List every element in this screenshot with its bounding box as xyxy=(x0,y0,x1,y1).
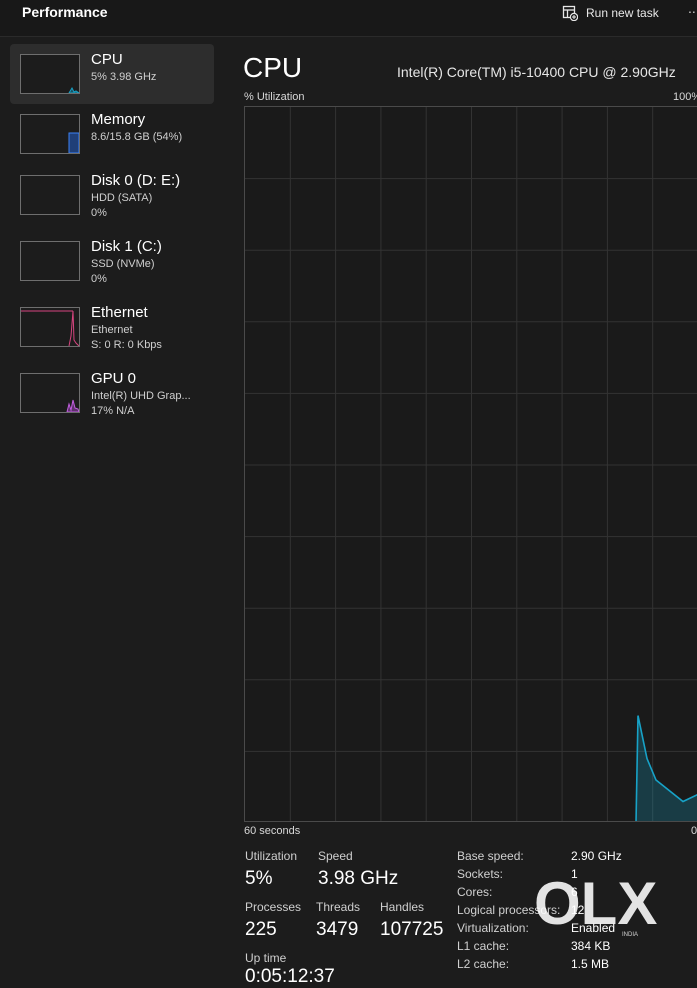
run-task-icon xyxy=(562,5,578,21)
sidebar-item-detail: SSD (NVMe) xyxy=(91,258,155,270)
sidebar-item-usage: 0% xyxy=(91,273,107,285)
speed-value: 3.98 GHz xyxy=(318,868,399,889)
sidebar-item-ethernet[interactable]: Ethernet Ethernet S: 0 R: 0 Kbps xyxy=(10,297,214,357)
cpu-model-name: Intel(R) Core(TM) i5-10400 CPU @ 2.90GHz xyxy=(397,64,676,80)
sidebar-item-detail: HDD (SATA) xyxy=(91,192,153,204)
sidebar-item-detail: Ethernet xyxy=(91,324,133,336)
sidebar-item-label: Memory xyxy=(91,111,146,128)
x-axis-left-label: 60 seconds xyxy=(244,825,301,837)
spec-key: Cores: xyxy=(457,885,493,899)
cpu-utilization-chart xyxy=(245,107,697,821)
watermark-subtext: INDIA xyxy=(622,932,638,938)
spec-key: L1 cache: xyxy=(457,939,510,953)
sidebar-item-memory[interactable]: Memory 8.6/15.8 GB (54%) xyxy=(10,104,214,164)
ethernet-thumbnail-graph xyxy=(20,307,80,347)
olx-logo: OLX INDIA xyxy=(534,870,657,938)
run-new-task-label: Run new task xyxy=(586,6,659,20)
sidebar-item-label: Disk 1 (C:) xyxy=(91,238,162,255)
disk-1-thumbnail-graph xyxy=(20,241,80,281)
sidebar-item-usage: 17% N/A xyxy=(91,405,135,417)
spec-value: 1.5 MB xyxy=(571,957,610,971)
sidebar-item-cpu[interactable]: CPU 5% 3.98 GHz xyxy=(10,44,214,104)
main-title: CPU xyxy=(243,52,303,83)
uptime-value: 0:05:12:37 xyxy=(245,966,335,987)
sidebar: CPU 5% 3.98 GHz Memory 8.6/15.8 GB (54%)… xyxy=(0,37,222,979)
spec-key: Sockets: xyxy=(457,867,504,881)
spec-key: Virtualization: xyxy=(457,921,529,935)
handles-value: 107725 xyxy=(380,919,444,940)
sidebar-item-disk-0[interactable]: Disk 0 (D: E:) HDD (SATA) 0% xyxy=(10,165,214,225)
sidebar-item-label: Disk 0 (D: E:) xyxy=(91,172,181,189)
memory-thumbnail-graph xyxy=(20,114,80,154)
title-bar: Performance Run new task ... xyxy=(0,0,697,37)
watermark-text: OLX xyxy=(534,870,657,937)
x-axis-right-label: 0 xyxy=(691,825,697,837)
sidebar-item-gpu-0[interactable]: GPU 0 Intel(R) UHD Grap... 17% N/A xyxy=(10,363,214,423)
processes-value: 225 xyxy=(245,919,277,940)
spec-key: L2 cache: xyxy=(457,957,510,971)
sidebar-item-detail: 5% 3.98 GHz xyxy=(91,71,157,83)
y-axis-max-label: 100% xyxy=(673,91,697,103)
page-title: Performance xyxy=(22,4,108,20)
more-options-button[interactable]: ... xyxy=(688,0,697,16)
cpu-utilization-graph xyxy=(244,106,697,822)
sidebar-item-label: Ethernet xyxy=(91,304,148,321)
sidebar-item-detail: Intel(R) UHD Grap... xyxy=(91,390,191,402)
sidebar-item-disk-1[interactable]: Disk 1 (C:) SSD (NVMe) 0% xyxy=(10,231,214,291)
cpu-utilization-area xyxy=(636,715,697,821)
y-axis-label: % Utilization xyxy=(244,91,305,103)
disk-0-thumbnail-graph xyxy=(20,175,80,215)
run-new-task-button[interactable]: Run new task xyxy=(562,2,659,24)
sidebar-item-detail: 8.6/15.8 GB (54%) xyxy=(91,131,183,143)
uptime-label: Up time xyxy=(245,951,287,965)
threads-label: Threads xyxy=(316,900,361,914)
threads-value: 3479 xyxy=(316,919,359,940)
processes-label: Processes xyxy=(245,900,302,914)
handles-label: Handles xyxy=(380,900,425,914)
spec-value: 2.90 GHz xyxy=(571,849,622,863)
utilization-label: Utilization xyxy=(245,849,298,863)
spec-key: Base speed: xyxy=(457,849,524,863)
sidebar-item-label: GPU 0 xyxy=(91,370,137,387)
sidebar-item-throughput: S: 0 R: 0 Kbps xyxy=(91,339,162,351)
utilization-value: 5% xyxy=(245,868,273,889)
olx-watermark: OLX INDIA xyxy=(532,866,662,946)
sidebar-item-label: CPU xyxy=(91,51,123,68)
gpu-thumbnail-graph xyxy=(20,373,80,413)
speed-label: Speed xyxy=(318,849,353,863)
cpu-thumbnail-graph xyxy=(20,54,80,94)
sidebar-item-usage: 0% xyxy=(91,207,107,219)
